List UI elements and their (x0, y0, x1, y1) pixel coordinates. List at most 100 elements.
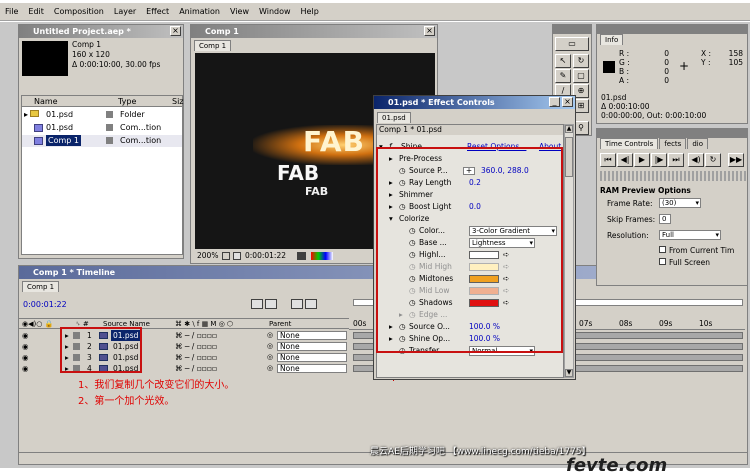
parent-pick-icon[interactable]: ◎ (267, 363, 273, 374)
list-item[interactable]: ▸ 01.psd Folder (22, 109, 182, 121)
col-size[interactable]: Siz (172, 96, 184, 107)
comp-text-big: FAB (303, 125, 365, 158)
parent-pick-icon[interactable]: ◎ (267, 341, 273, 352)
eye-icon[interactable]: ◉ (22, 352, 29, 363)
skip-frames-field[interactable]: 0 (659, 214, 671, 224)
from-current-time-checkbox[interactable]: From Current Tim (659, 246, 734, 255)
info-title-bar[interactable] (597, 25, 747, 34)
frame-rate-dropdown[interactable]: (30) ▾ (659, 198, 701, 208)
pen-tool-icon[interactable]: ✎ (555, 69, 571, 83)
zoom-level[interactable]: 200% (197, 250, 218, 262)
tab-audio[interactable]: dio (687, 138, 708, 149)
comp-text-mid: FAB (277, 161, 320, 185)
label-swatch (106, 124, 113, 131)
grid-icon[interactable] (222, 252, 230, 260)
color-swatch (603, 61, 615, 73)
next-frame-icon[interactable]: |▶ (651, 153, 667, 167)
full-screen-checkbox[interactable]: Full Screen (659, 258, 710, 267)
col-parent[interactable]: Parent (269, 319, 291, 330)
menu-window[interactable]: Window (254, 3, 296, 21)
parent-dropdown[interactable]: None (277, 364, 347, 373)
composition-title-bar[interactable]: Comp 1 (191, 25, 437, 38)
prev-frame-icon[interactable]: ◀| (617, 153, 633, 167)
tab-01-psd[interactable]: 01.psd (377, 112, 411, 123)
scroll-up-icon[interactable]: ▲ (565, 125, 573, 133)
effect-scrollbar[interactable]: ▲ ▼ (564, 124, 574, 378)
menu-view[interactable]: View (225, 3, 254, 21)
menu-help[interactable]: Help (296, 3, 324, 21)
list-item[interactable]: Comp 1 Com...tion (22, 135, 182, 147)
motion-blur-icon[interactable] (291, 299, 303, 309)
parent-dropdown[interactable]: None (277, 353, 347, 362)
eye-icon[interactable]: ◉ (22, 341, 29, 352)
parent-dropdown[interactable]: None (277, 331, 347, 340)
channels-icon[interactable] (311, 252, 333, 260)
graph-icon[interactable] (305, 299, 317, 309)
resolution-dropdown[interactable]: Full ▾ (659, 230, 721, 240)
tab-time-controls[interactable]: Time Controls (600, 138, 659, 149)
col-name[interactable]: Name (34, 96, 58, 107)
close-button[interactable]: × (562, 97, 573, 107)
current-time[interactable]: 0:00:01:22 (245, 250, 286, 262)
minimize-button[interactable]: _ (549, 97, 560, 107)
rotate-tool-icon[interactable]: ↻ (573, 54, 589, 68)
info-layer-details: 01.psd Δ 0:00:10:00 0:00:00:00, Out: 0:0… (601, 93, 707, 120)
tab-effects[interactable]: fects (659, 138, 687, 149)
item-name: 01.psd (46, 123, 74, 132)
loop-icon[interactable]: ↻ (705, 153, 721, 167)
list-item[interactable]: 01.psd Com...tion (22, 122, 182, 134)
tab-comp-1[interactable]: Comp 1 (22, 281, 60, 292)
first-frame-icon[interactable]: ⏮ (600, 153, 616, 167)
label-swatch (106, 111, 113, 118)
comp-marker-icon[interactable] (251, 299, 263, 309)
jog-slider[interactable] (600, 171, 746, 181)
audio-icon[interactable]: ◀) (688, 153, 704, 167)
menu-effect[interactable]: Effect (141, 3, 174, 21)
site-logo: fevte.com (566, 455, 668, 476)
tools-title-bar[interactable] (553, 25, 591, 34)
last-frame-icon[interactable]: ⏭ (668, 153, 684, 167)
parent-pick-icon[interactable]: ◎ (267, 330, 273, 341)
tick-label: 00s (353, 319, 367, 328)
workspace-button[interactable]: ▭ (555, 37, 589, 51)
item-name: 01.psd (46, 110, 74, 119)
menu-layer[interactable]: Layer (109, 3, 141, 21)
tab-comp-1[interactable]: Comp 1 (194, 40, 232, 51)
comp-duration: Δ 0:00:10:00, 30.00 fps (72, 60, 161, 69)
layer-switches[interactable]: ⌘ ─ / ▫▫▫▫ (175, 363, 217, 374)
draft-3d-icon[interactable] (265, 299, 277, 309)
menu-composition[interactable]: Composition (49, 3, 109, 21)
scroll-down-icon[interactable]: ▼ (565, 369, 573, 377)
close-button[interactable]: × (170, 26, 181, 36)
layer-switches[interactable]: ⌘ ─ / ▫▫▫▫ (175, 330, 217, 341)
time-controls-title-bar[interactable] (597, 129, 747, 138)
tab-info[interactable]: Info (600, 34, 624, 45)
project-list: Name Type Siz ▸ 01.psd Folder 01.psd Com… (21, 95, 184, 255)
eye-icon[interactable]: ◉ (22, 330, 29, 341)
play-icon[interactable]: ▶ (634, 153, 650, 167)
safe-zones-icon[interactable] (233, 252, 241, 260)
layers-highlight-box (60, 327, 142, 373)
tick-label: 09s (659, 319, 673, 328)
effect-controls-title-bar[interactable]: 01.psd * Effect Controls (374, 96, 575, 109)
menu-animation[interactable]: Animation (174, 3, 225, 21)
layer-switches[interactable]: ⌘ ─ / ▫▫▫▫ (175, 352, 217, 363)
camera-icon[interactable] (297, 252, 306, 260)
selection-tool-icon[interactable]: ↖ (555, 54, 571, 68)
menu-file[interactable]: File (0, 3, 23, 21)
comp-tab-strip: Comp 1 (194, 40, 232, 51)
ram-preview-icon[interactable]: ▶▶ (728, 153, 744, 167)
folder-icon: ▸ (24, 109, 40, 121)
parent-dropdown[interactable]: None (277, 342, 347, 351)
col-type[interactable]: Type (118, 96, 136, 107)
timeline-current-time[interactable]: 0:00:01:22 (23, 300, 67, 309)
rect-mask-tool-icon[interactable]: ▢ (573, 69, 589, 83)
layer-switches[interactable]: ⌘ ─ / ▫▫▫▫ (175, 341, 217, 352)
close-button[interactable]: × (424, 26, 435, 36)
eye-icon[interactable]: ◉ (22, 363, 29, 374)
menu-edit[interactable]: Edit (23, 3, 49, 21)
project-title-bar[interactable]: Untitled Project.aep * (19, 25, 183, 38)
parent-pick-icon[interactable]: ◎ (267, 352, 273, 363)
resolution-label: Resolution: (607, 231, 649, 240)
scroll-thumb[interactable] (565, 137, 573, 177)
